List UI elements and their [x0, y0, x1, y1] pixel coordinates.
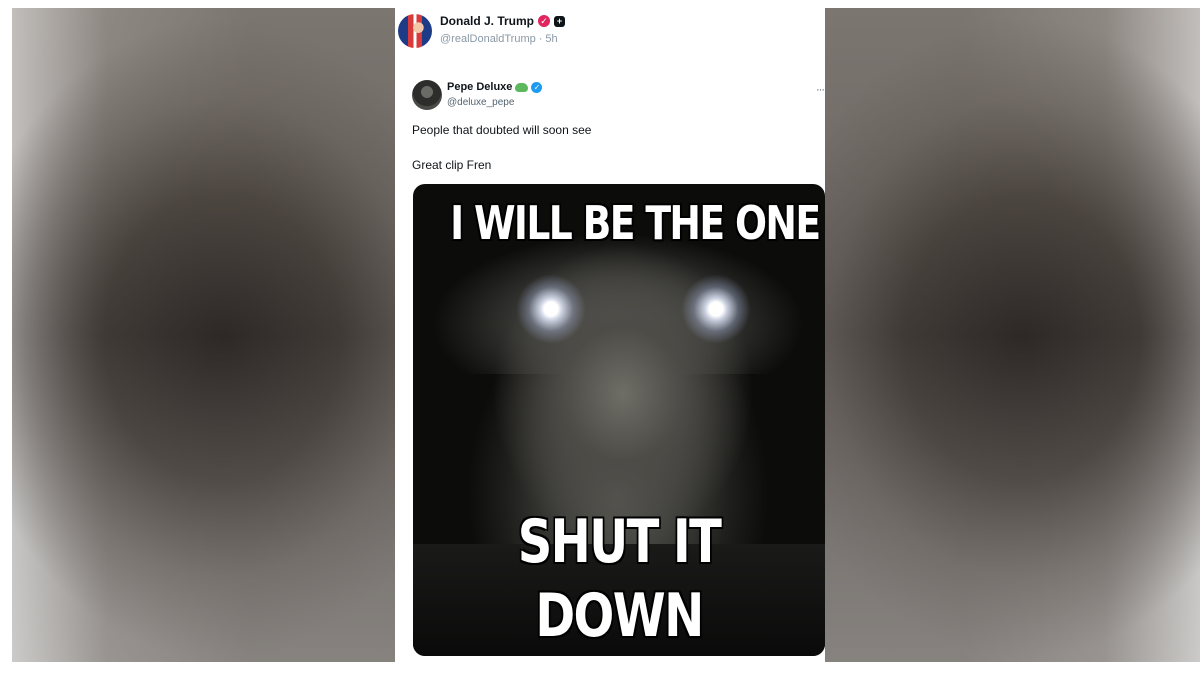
post-card: Donald J. Trump ✓ + @realDonaldTrump · 5h … [395, 8, 825, 662]
quoted-author[interactable]: Pepe Deluxe ✓ [447, 81, 543, 93]
quoted-text-line-2: Great clip Fren [412, 158, 492, 172]
quoted-author-handle[interactable]: @deluxe_pepe [447, 97, 514, 108]
avatar[interactable] [398, 14, 432, 48]
post-time[interactable]: 5h [545, 33, 557, 45]
meme-bottom-text-1: SHUT IT [517, 507, 722, 577]
quoted-avatar[interactable] [412, 80, 442, 110]
verified-badge-icon: ✓ [531, 81, 543, 93]
quoted-text-line-1: People that doubted will soon see [412, 123, 592, 137]
separator: · [538, 33, 543, 45]
background-blur-right [824, 8, 1200, 662]
author-name[interactable]: Donald J. Trump [440, 14, 534, 28]
post-handle-row: @realDonaldTrump · 5h [440, 33, 558, 45]
meme-bottom-text-2: DOWN [535, 581, 704, 651]
background-blur-left [12, 8, 395, 662]
frog-emoji-icon [515, 82, 529, 92]
glowing-eye-left [516, 274, 586, 344]
meme-image[interactable]: I WILL BE THE ONE TO SHUT IT DOWN [413, 184, 825, 656]
glowing-eye-right [681, 274, 751, 344]
verified-badge-icon: ✓ [538, 15, 551, 27]
affiliate-badge-icon: + [554, 15, 566, 27]
quoted-author-name[interactable]: Pepe Deluxe [447, 81, 512, 93]
post-author[interactable]: Donald J. Trump ✓ + [440, 14, 566, 28]
author-handle[interactable]: @realDonaldTrump [440, 33, 536, 45]
more-options-icon[interactable]: ··· [816, 84, 825, 96]
meme-top-text: I WILL BE THE ONE TO [450, 196, 825, 250]
